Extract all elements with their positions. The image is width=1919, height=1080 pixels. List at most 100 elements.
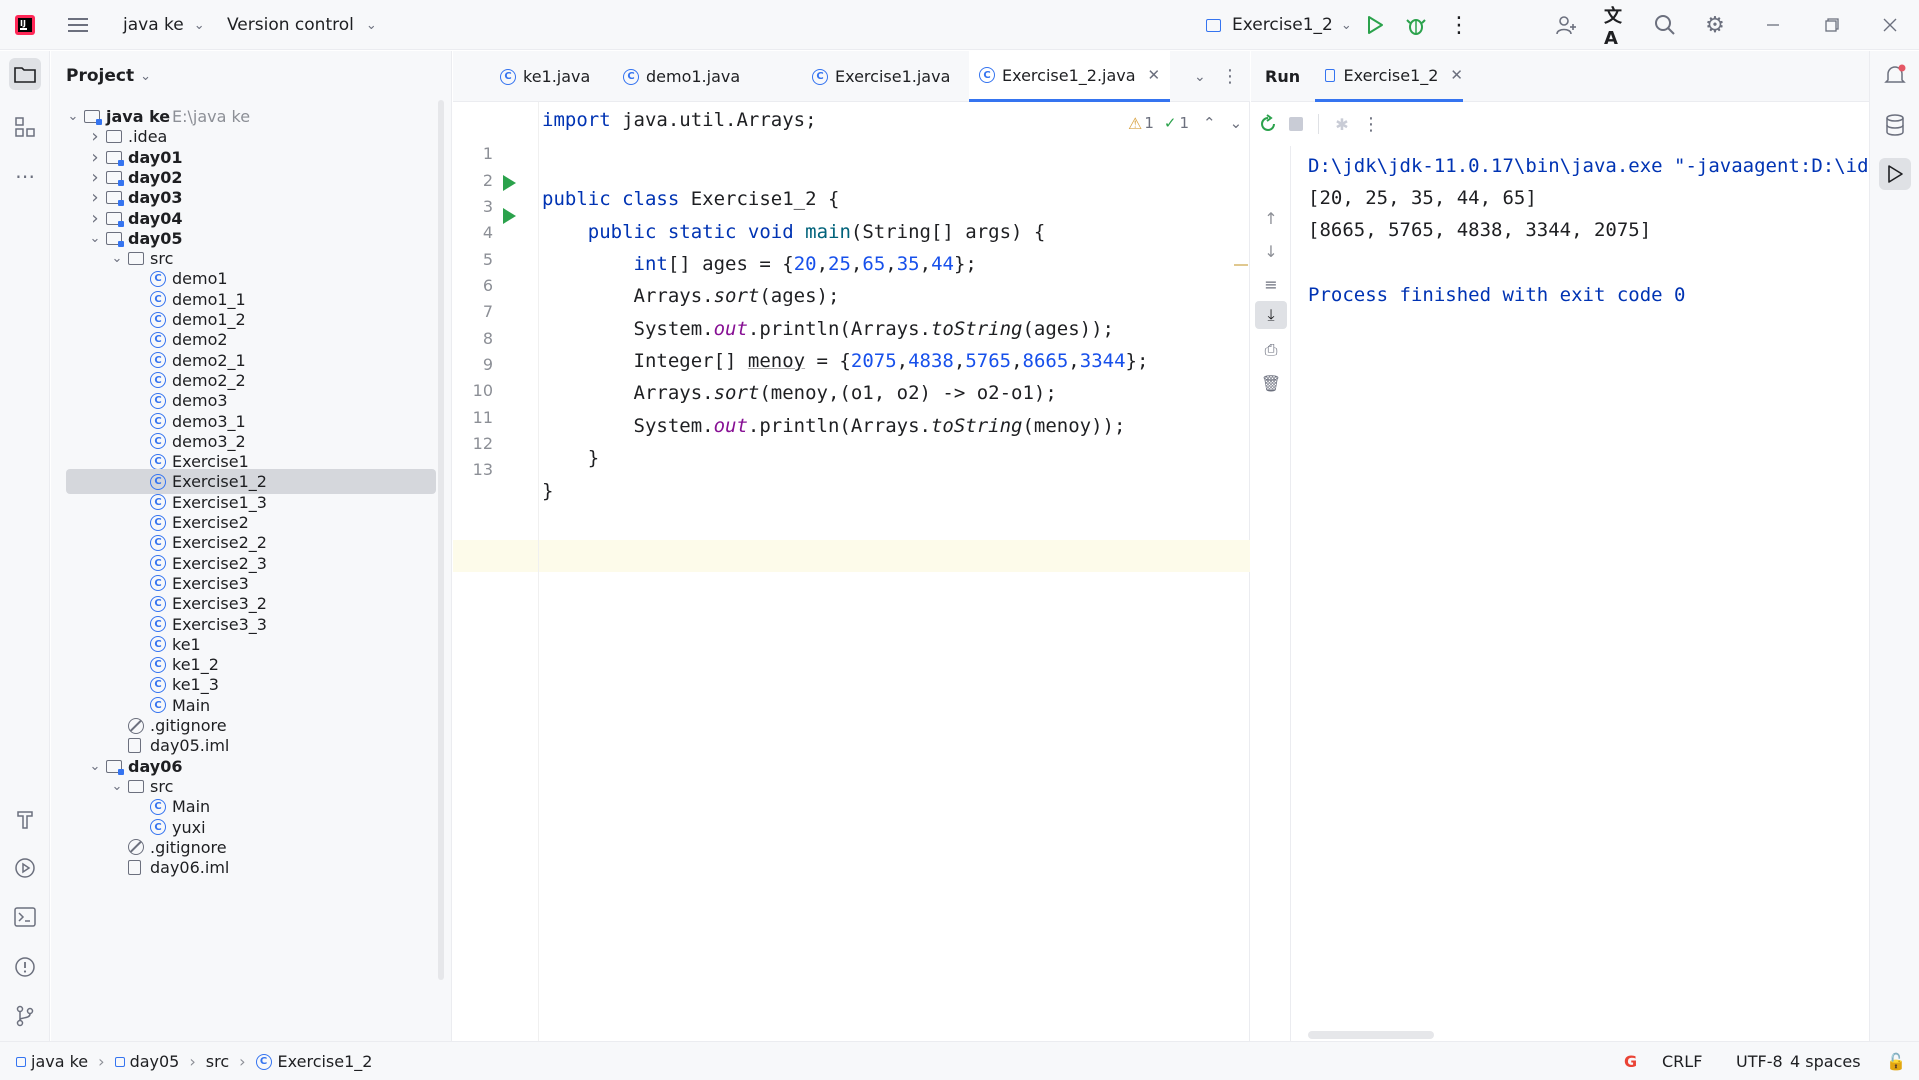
breadcrumb-item[interactable]: java ke — [31, 1052, 88, 1071]
tree-item-label: day06 — [128, 756, 183, 776]
class-icon: C — [150, 270, 166, 287]
class-icon: C — [150, 819, 166, 835]
project-scrollbar[interactable] — [438, 100, 444, 980]
git-branch-icon[interactable] — [9, 1000, 41, 1032]
tree-item-label: java ke — [106, 107, 171, 126]
project-panel-header[interactable]: Project ⌄ — [51, 51, 451, 101]
minimize-icon[interactable] — [1761, 13, 1785, 37]
rerun-icon[interactable] — [1256, 112, 1280, 136]
more-actions-icon[interactable]: ⋮ — [1447, 13, 1471, 38]
file-encoding[interactable]: UTF-8 — [1736, 1042, 1783, 1080]
tab-exercise1-java[interactable]: C Exercise1.java — [802, 51, 960, 102]
chevron-down-icon[interactable]: ⌄ — [1230, 114, 1243, 132]
console-hscrollbar[interactable] — [1308, 1031, 1434, 1039]
chevron-right-icon: › — [189, 1052, 196, 1071]
indent-setting[interactable]: 4 spaces — [1790, 1042, 1861, 1080]
left-tool-strip: ⋯ — [0, 51, 50, 1041]
close-icon[interactable] — [1878, 13, 1902, 37]
chevron-down-icon[interactable]: ⌄ — [66, 109, 80, 124]
chevron-right-icon[interactable]: › — [88, 126, 102, 147]
chevron-right-icon[interactable]: › — [88, 208, 102, 229]
tree-item-label: src — [150, 249, 174, 269]
build-hammer-icon[interactable] — [9, 803, 41, 835]
file-icon — [128, 738, 141, 754]
line-separator[interactable]: CRLF — [1662, 1042, 1702, 1080]
tab-exercise1-2-java[interactable]: C Exercise1_2.java ✕ — [969, 51, 1171, 102]
tab-ke1-java[interactable]: C ke1.java — [490, 51, 600, 102]
restore-icon[interactable] — [1820, 13, 1844, 37]
print-icon[interactable]: ⎙ — [1259, 338, 1283, 362]
tree-item-label: src — [150, 776, 174, 796]
debug-icon[interactable] — [1404, 13, 1428, 37]
structure-icon[interactable] — [9, 111, 41, 143]
run-gutter-icon[interactable] — [503, 175, 516, 191]
run-config-selector[interactable]: Exercise1_2 ⌄ — [1206, 0, 1352, 50]
tree-item-label: demo2_1 — [172, 350, 246, 370]
tree-item-label: Exercise1_3 — [172, 492, 267, 512]
database-icon[interactable] — [1879, 109, 1911, 141]
module-icon — [16, 1056, 26, 1067]
chevron-down-icon[interactable]: ⌄ — [110, 251, 124, 266]
trash-icon[interactable]: 🗑 — [1259, 371, 1283, 395]
class-icon: C — [150, 555, 166, 572]
class-icon: C — [150, 372, 166, 389]
gear-icon[interactable]: ⚙ — [1703, 13, 1727, 38]
chevron-up-icon[interactable]: ⌃ — [1203, 114, 1216, 132]
breadcrumb-item[interactable]: Exercise1_2 — [278, 1052, 373, 1071]
debug-attach-icon[interactable]: ✱ — [1330, 112, 1354, 136]
class-icon: C — [812, 68, 828, 85]
breadcrumb-item[interactable]: src — [206, 1052, 229, 1071]
breadcrumb-item[interactable]: day05 — [130, 1052, 180, 1071]
soft-wrap-icon[interactable]: ≡ — [1259, 272, 1283, 296]
arrow-up-icon[interactable]: ↑ — [1259, 206, 1283, 230]
lock-icon[interactable]: 🔓 — [1886, 1042, 1906, 1080]
class-icon: C — [150, 595, 166, 612]
run-side-toolbar: ↑ ↓ ≡ ⤓ ⎙ 🗑 — [1251, 146, 1291, 1041]
chevron-right-icon[interactable]: › — [88, 167, 102, 188]
run-tool-icon[interactable] — [1879, 158, 1911, 190]
tree-item[interactable]: day06.iml — [51, 855, 431, 880]
chevron-down-icon[interactable]: ⌄ — [88, 231, 102, 246]
tree-item-label: .gitignore — [150, 716, 227, 735]
add-user-icon[interactable] — [1554, 13, 1578, 37]
notifications-bell-icon[interactable] — [1879, 59, 1911, 91]
close-tab-icon[interactable]: ✕ — [1450, 66, 1463, 84]
tabs-more-icon[interactable]: ⋮ — [1211, 51, 1249, 102]
tab-demo1-java[interactable]: C demo1.java — [613, 51, 750, 102]
tab-label: Exercise1_2.java — [1002, 65, 1136, 85]
more-tools-icon[interactable]: ⋯ — [9, 160, 41, 192]
project-tool-folder-icon[interactable] — [9, 58, 41, 90]
tree-item-label: ke1 — [172, 634, 201, 654]
tree-item-label: Exercise1_2 — [172, 472, 267, 492]
run-gutter-icon[interactable] — [503, 208, 516, 224]
main-menu-icon[interactable] — [66, 13, 90, 37]
run-tab-bar: Run Exercise1_2 ✕ — [1251, 51, 1869, 102]
close-tab-icon[interactable]: ✕ — [1148, 66, 1161, 84]
run-panel: Run Exercise1_2 ✕ ✱ ⋮ ↑ ↓ ≡ ⤓ ⎙ 🗑 D:\jdk… — [1251, 51, 1891, 1041]
vcs-selector[interactable]: Version control ⌄ — [227, 0, 377, 50]
google-icon[interactable]: G — [1624, 1042, 1637, 1080]
class-icon: C — [150, 798, 166, 815]
run-tab-exercise1-2[interactable]: Exercise1_2 ✕ — [1315, 51, 1463, 102]
inspection-widget[interactable]: ⚠ 1 ✓ 1 ⌃ ⌄ — [1128, 111, 1242, 135]
tab-label: Exercise1.java — [835, 67, 951, 86]
terminal-icon[interactable] — [9, 901, 41, 933]
chevron-right-icon[interactable]: › — [88, 147, 102, 168]
run-icon[interactable] — [1363, 13, 1387, 37]
change-marker — [1234, 264, 1248, 266]
chevron-right-icon[interactable]: › — [88, 187, 102, 208]
arrow-down-icon[interactable]: ↓ — [1259, 239, 1283, 263]
chevron-down-icon[interactable]: ⌄ — [88, 759, 102, 774]
more-actions-icon[interactable]: ⋮ — [1359, 112, 1383, 136]
code-line: import java.util.Arrays; — [542, 109, 817, 131]
module-folder-icon — [106, 211, 124, 227]
chevron-down-icon[interactable]: ⌄ — [110, 779, 124, 794]
search-icon[interactable] — [1653, 13, 1677, 37]
project-selector[interactable]: java ke ⌄ — [123, 0, 205, 50]
translate-icon[interactable]: 文A — [1604, 6, 1628, 49]
services-run-icon[interactable] — [9, 852, 41, 884]
scroll-to-end-icon[interactable]: ⤓ — [1255, 301, 1287, 329]
class-icon: C — [150, 453, 166, 470]
problems-icon[interactable] — [9, 951, 41, 983]
stop-icon[interactable] — [1284, 112, 1308, 136]
